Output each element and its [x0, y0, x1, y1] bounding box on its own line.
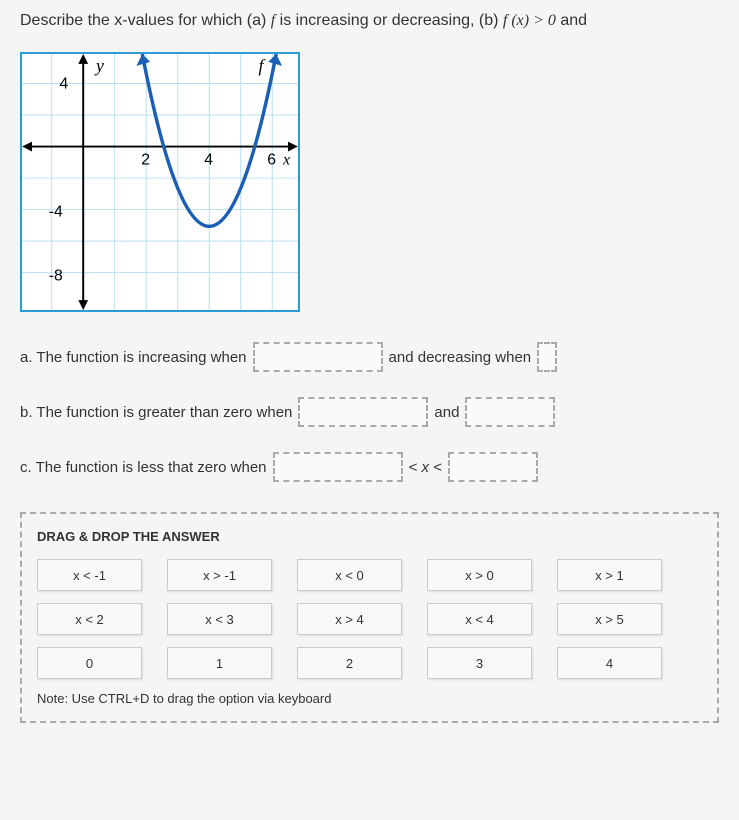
svg-text:6: 6 — [267, 152, 276, 169]
svg-text:4: 4 — [204, 152, 213, 169]
drop-a-decreasing[interactable] — [537, 342, 557, 372]
part-a-row: a. The function is increasing when and d… — [20, 342, 719, 372]
curve-label: f — [258, 56, 265, 76]
drop-b-gt1[interactable] — [298, 397, 428, 427]
svg-text:-4: -4 — [49, 204, 63, 221]
question-text: Describe the x-values for which (a) f is… — [20, 10, 719, 32]
tile-x-gt-4[interactable]: x > 4 — [297, 603, 402, 635]
tile-x-lt-3[interactable]: x < 3 — [167, 603, 272, 635]
part-c-row: c. The function is less that zero when <… — [20, 452, 719, 482]
tile-x-gt-1[interactable]: x > 1 — [557, 559, 662, 591]
tile-x-lt-neg1[interactable]: x < -1 — [37, 559, 142, 591]
drop-c-right[interactable] — [448, 452, 538, 482]
keyboard-note: Note: Use CTRL+D to drag the option via … — [37, 691, 702, 706]
drop-a-increasing[interactable] — [253, 342, 383, 372]
svg-text:-8: -8 — [49, 268, 63, 285]
drop-c-left[interactable] — [273, 452, 403, 482]
tile-0[interactable]: 0 — [37, 647, 142, 679]
tile-x-gt-neg1[interactable]: x > -1 — [167, 559, 272, 591]
y-axis-label: y — [94, 56, 104, 76]
part-b-row: b. The function is greater than zero whe… — [20, 397, 719, 427]
svg-text:2: 2 — [141, 152, 150, 169]
tile-x-lt-0[interactable]: x < 0 — [297, 559, 402, 591]
tile-2[interactable]: 2 — [297, 647, 402, 679]
svg-text:4: 4 — [60, 76, 69, 93]
drop-b-gt2[interactable] — [465, 397, 555, 427]
tile-x-gt-0[interactable]: x > 0 — [427, 559, 532, 591]
tile-x-lt-2[interactable]: x < 2 — [37, 603, 142, 635]
x-axis-label: x — [282, 152, 290, 169]
tile-1[interactable]: 1 — [167, 647, 272, 679]
graph-panel: y f x 4 -4 -8 2 4 6 — [20, 52, 300, 312]
tile-3[interactable]: 3 — [427, 647, 532, 679]
drag-title: DRAG & DROP THE ANSWER — [37, 529, 702, 544]
tile-x-lt-4[interactable]: x < 4 — [427, 603, 532, 635]
tile-4[interactable]: 4 — [557, 647, 662, 679]
tile-x-gt-5[interactable]: x > 5 — [557, 603, 662, 635]
drag-drop-section: DRAG & DROP THE ANSWER x < -1 x > -1 x <… — [20, 512, 719, 723]
graph-svg: y f x 4 -4 -8 2 4 6 — [22, 54, 298, 310]
